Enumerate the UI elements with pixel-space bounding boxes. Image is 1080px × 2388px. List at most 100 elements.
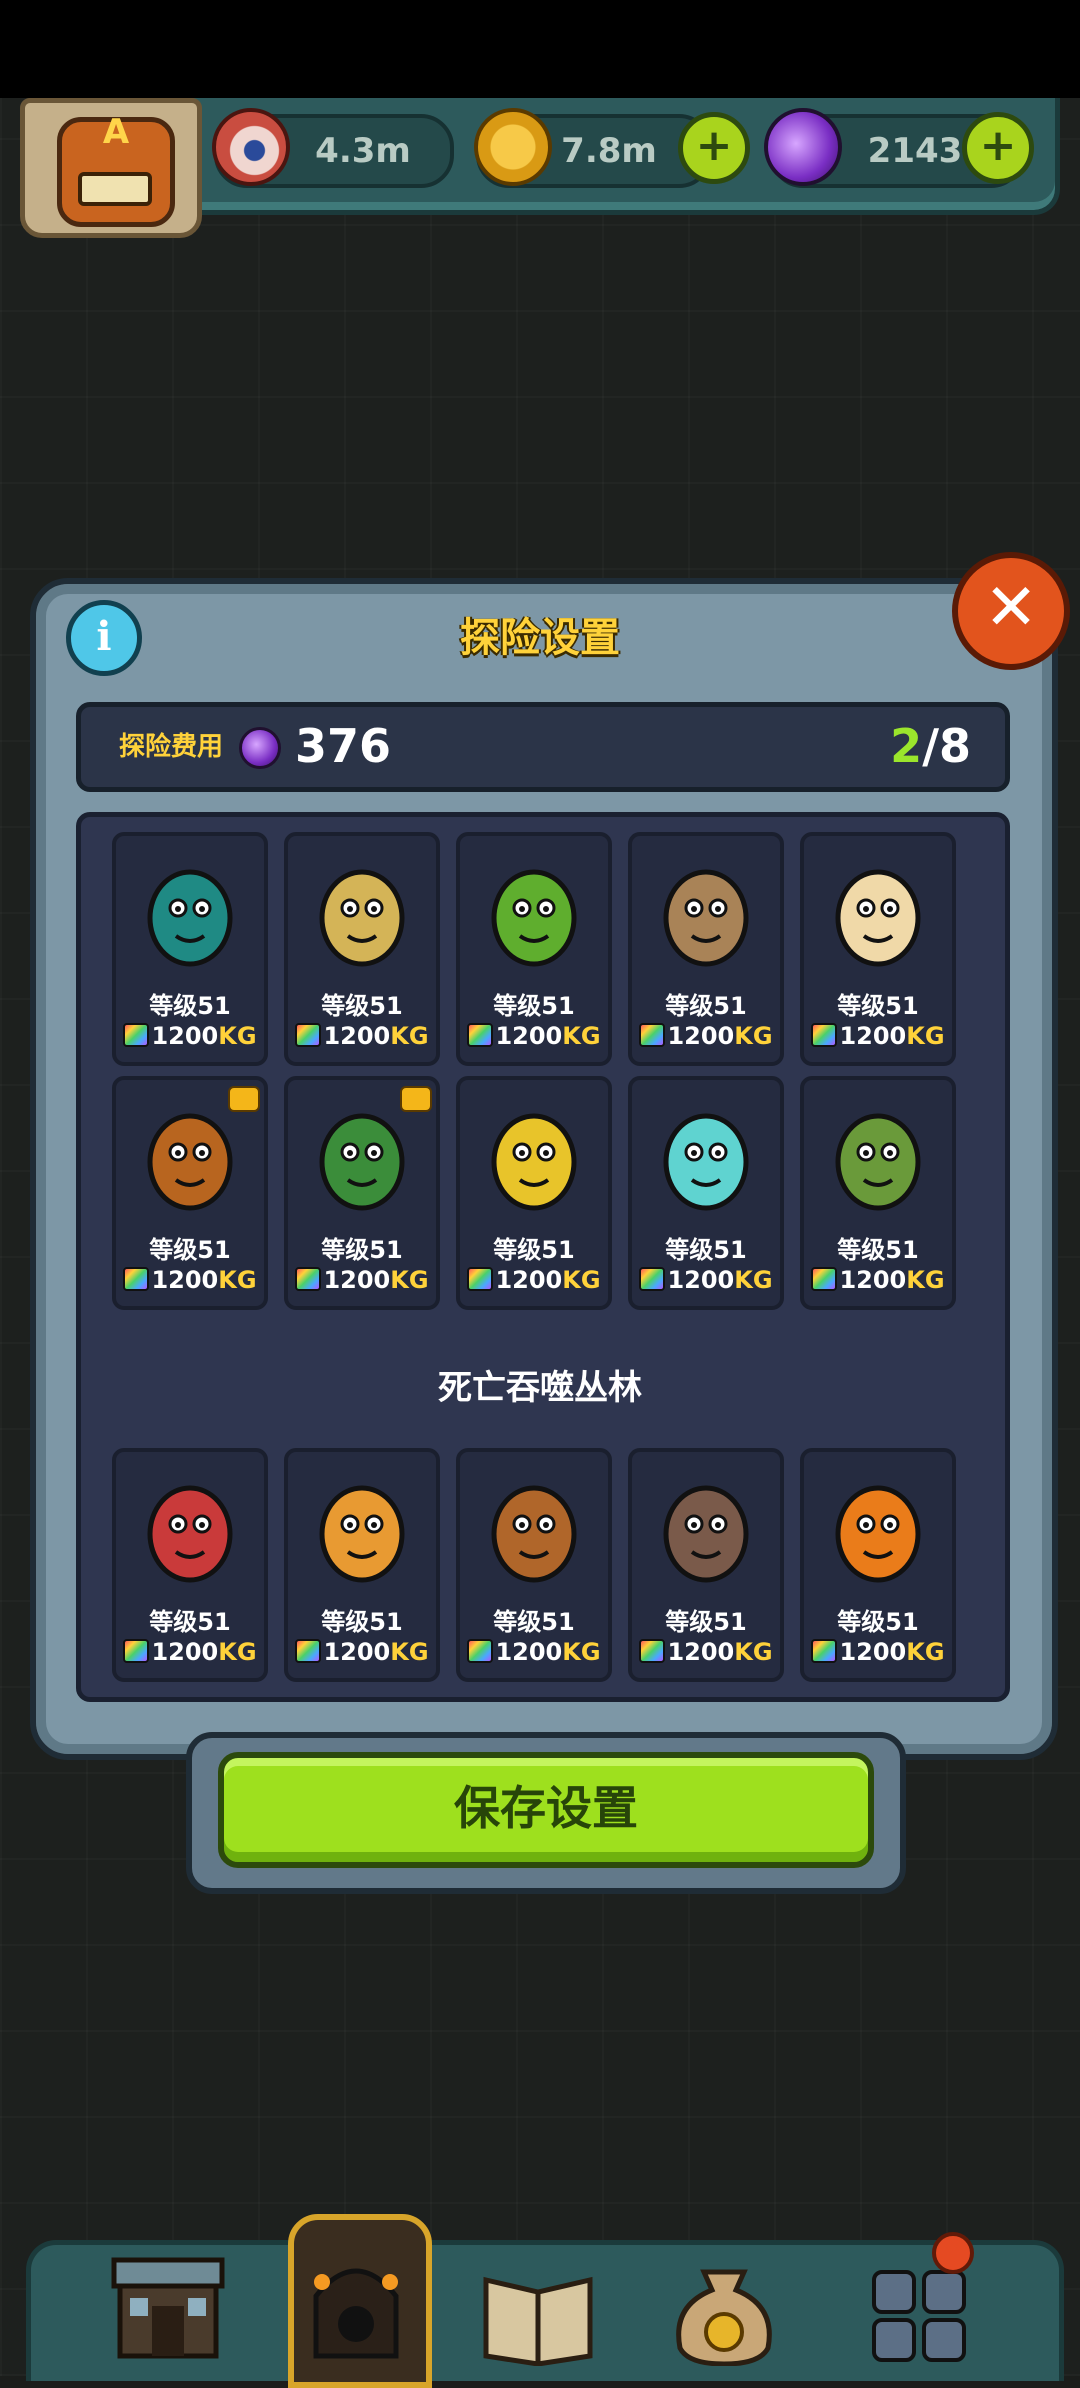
- cabbage-icon: [472, 846, 596, 976]
- dungeon-icon[interactable]: [296, 2236, 416, 2366]
- coin-icon: [474, 108, 552, 186]
- corn-icon: [472, 1090, 596, 1220]
- potion-icon: [239, 727, 281, 769]
- add-coin-button[interactable]: +: [678, 112, 750, 184]
- monster-card-chainsaw-pig[interactable]: 等级51 1200KG: [628, 1448, 784, 1682]
- weight-value: 1200: [839, 1638, 907, 1666]
- eyeball-amount: 4.3m: [315, 131, 411, 171]
- weight-unit: KG: [562, 1022, 601, 1050]
- wheat-plant-icon: [300, 846, 424, 976]
- monster-level: 等级51: [321, 1608, 403, 1636]
- monster-card-pumpkin[interactable]: 等级51 1200KG: [800, 1448, 956, 1682]
- book-icon[interactable]: [478, 2236, 598, 2367]
- weight-value: 1200: [151, 1266, 219, 1294]
- weight-value: 1200: [323, 1266, 391, 1294]
- weight-icon: [639, 1639, 666, 1663]
- shop-icon[interactable]: [108, 2236, 228, 2366]
- monster-card-teal-birds[interactable]: 等级51 1200KG: [112, 832, 268, 1066]
- chainsaw-pig-icon: [644, 1462, 768, 1592]
- monster-card-corn[interactable]: 等级51 1200KG: [456, 1076, 612, 1310]
- weight-icon: [123, 1023, 150, 1047]
- weight-icon: [811, 1023, 838, 1047]
- monster-level: 等级51: [149, 1236, 231, 1264]
- monster-face-icon: A: [57, 112, 175, 227]
- weight-value: 1200: [151, 1022, 219, 1050]
- weight-icon: [811, 1267, 838, 1291]
- monster-card-wheat-plant[interactable]: 等级51 1200KG: [284, 832, 440, 1066]
- monster-level: 等级51: [493, 992, 575, 1020]
- mask-badge-icon: [400, 1086, 432, 1112]
- money-bag-icon[interactable]: [664, 2236, 784, 2367]
- weight-unit: KG: [906, 1022, 945, 1050]
- info-button[interactable]: i: [66, 600, 142, 676]
- weight-value: 1200: [495, 1266, 563, 1294]
- monster-card-egg-chick[interactable]: 等级51 1200KG: [800, 832, 956, 1066]
- status-bar-area: [0, 0, 1080, 98]
- monster-card-sack-creature[interactable]: 等级51 1200KG: [628, 832, 784, 1066]
- player-avatar-button[interactable]: A: [20, 98, 202, 238]
- monster-card-monkey[interactable]: 等级51 1200KG: [456, 1448, 612, 1682]
- monster-weight: 1200KG: [460, 1266, 608, 1296]
- weight-unit: KG: [906, 1266, 945, 1294]
- monster-weight: 1200KG: [632, 1266, 780, 1296]
- weight-icon: [295, 1023, 322, 1047]
- monster-weight: 1200KG: [288, 1266, 436, 1296]
- eyeball-icon: [212, 108, 290, 186]
- monster-level: 等级51: [149, 1608, 231, 1636]
- cost-label: 探险费用: [119, 732, 224, 762]
- weight-icon: [295, 1267, 322, 1291]
- slots-current: 2: [890, 719, 923, 773]
- monster-weight: 1200KG: [116, 1022, 264, 1052]
- monster-card-cactus-plant[interactable]: 等级51 1200KG: [800, 1076, 956, 1310]
- weight-unit: KG: [734, 1638, 773, 1666]
- weight-unit: KG: [218, 1638, 257, 1666]
- monster-card-cabbage[interactable]: 等级51 1200KG: [456, 832, 612, 1066]
- monster-card-mushroom-cow[interactable]: 等级51 1200KG: [284, 1448, 440, 1682]
- weight-unit: KG: [218, 1022, 257, 1050]
- monster-weight: 1200KG: [288, 1022, 436, 1052]
- weight-value: 1200: [667, 1022, 735, 1050]
- monster-weight: 1200KG: [804, 1022, 952, 1052]
- monster-card-horned-beast[interactable]: 等级51 1200KG: [112, 1076, 268, 1310]
- weight-value: 1200: [495, 1638, 563, 1666]
- weight-unit: KG: [906, 1638, 945, 1666]
- weight-icon: [295, 1639, 322, 1663]
- weight-value: 1200: [839, 1022, 907, 1050]
- notification-badge: [932, 2232, 974, 2274]
- monster-level: 等级51: [665, 1608, 747, 1636]
- weight-unit: KG: [734, 1022, 773, 1050]
- weight-unit: KG: [218, 1266, 257, 1294]
- monster-weight: 1200KG: [288, 1638, 436, 1668]
- monster-level: 等级51: [321, 1236, 403, 1264]
- teal-birds-icon: [128, 846, 252, 976]
- weight-value: 1200: [323, 1022, 391, 1050]
- weight-value: 1200: [323, 1638, 391, 1666]
- dialog-title: 探险设置: [460, 615, 620, 661]
- monster-card-ghost[interactable]: 等级51 1200KG: [628, 1076, 784, 1310]
- monster-weight: 1200KG: [632, 1638, 780, 1668]
- close-button[interactable]: ✕: [952, 552, 1070, 670]
- weight-unit: KG: [734, 1266, 773, 1294]
- add-potion-button[interactable]: +: [962, 112, 1034, 184]
- weight-unit: KG: [562, 1638, 601, 1666]
- monster-weight: 1200KG: [116, 1266, 264, 1296]
- weight-unit: KG: [562, 1266, 601, 1294]
- save-settings-button[interactable]: 保存设置: [218, 1752, 874, 1868]
- monster-weight: 1200KG: [460, 1638, 608, 1668]
- selected-count: 2/8: [890, 707, 971, 787]
- weight-unit: KG: [390, 1022, 429, 1050]
- weight-icon: [123, 1639, 150, 1663]
- monster-card-tree-spirit[interactable]: 等级51 1200KG: [284, 1076, 440, 1310]
- region-title: 死亡吞噬丛林: [438, 1368, 642, 1408]
- monster-level: 等级51: [149, 992, 231, 1020]
- weight-unit: KG: [390, 1266, 429, 1294]
- cost-value: 376: [295, 719, 392, 773]
- monster-card-red-toad[interactable]: 等级51 1200KG: [112, 1448, 268, 1682]
- coin-amount: 7.8m: [561, 131, 657, 171]
- weight-value: 1200: [495, 1022, 563, 1050]
- weight-value: 1200: [151, 1638, 219, 1666]
- monster-level: 等级51: [837, 992, 919, 1020]
- monster-weight: 1200KG: [804, 1266, 952, 1296]
- monster-level: 等级51: [321, 992, 403, 1020]
- monster-level: 等级51: [665, 1236, 747, 1264]
